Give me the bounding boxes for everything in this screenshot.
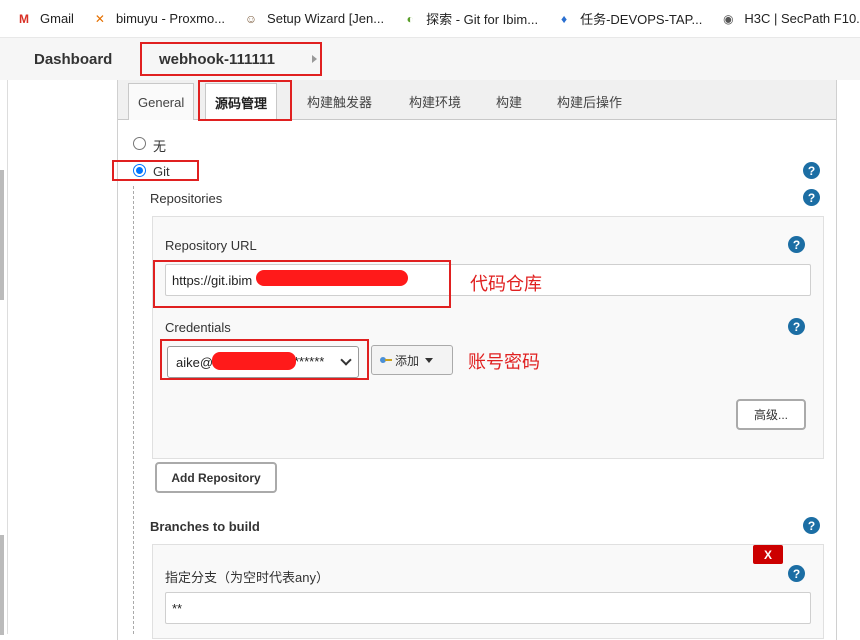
gutter-scroll-marker (0, 535, 4, 635)
add-credentials-button[interactable]: 添加 (371, 345, 453, 375)
branch-specifier-value: ** (172, 600, 183, 616)
tapd-icon: ♦ (561, 11, 568, 26)
add-label: 添加 (395, 353, 420, 368)
credentials-label: Credentials (165, 320, 231, 335)
branch-specifier-input[interactable]: ** (165, 592, 811, 624)
dropdown-arrow-icon (425, 357, 434, 363)
bookmark-jenkins[interactable]: ☺ Setup Wizard [Jen... (243, 11, 384, 27)
globe-icon: ◉ (723, 11, 734, 26)
repo-url-value: https://git.ibim (172, 272, 253, 288)
git-section-guide (133, 186, 134, 634)
repositories-title: Repositories (150, 191, 223, 206)
bookmark-gmail[interactable]: M Gmail (16, 11, 74, 27)
advanced-button[interactable]: 高级... (736, 399, 806, 430)
bookmark-label: 探索 - Git for Ibim... (426, 12, 539, 27)
chevron-down-icon (340, 354, 352, 366)
tab-environment[interactable]: 构建环境 (400, 83, 470, 120)
help-icon[interactable]: ? (788, 318, 805, 335)
annotation-account: 账号密码 (468, 352, 540, 372)
bookmark-gitee[interactable]: ◐ 探索 - Git for Ibim... (402, 9, 538, 28)
help-icon[interactable]: ? (803, 517, 820, 534)
help-icon[interactable]: ? (803, 162, 820, 179)
scm-git-radio[interactable] (133, 164, 146, 177)
proxmox-icon: ✕ (94, 11, 105, 26)
bookmark-label: 任务-DEVOPS-TAP... (580, 12, 703, 27)
gutter-scroll-marker (0, 170, 4, 300)
help-icon[interactable]: ? (803, 189, 820, 206)
bookmark-h3c[interactable]: ◉ H3C | SecPath F10... (720, 11, 860, 27)
redaction-mark (256, 270, 408, 286)
help-icon[interactable]: ? (788, 236, 805, 253)
breadcrumb-job[interactable]: webhook-111111 (159, 51, 275, 68)
bookmark-label: Gmail (40, 11, 74, 26)
bookmark-label: bimuyu - Proxmo... (115, 11, 226, 26)
bookmark-tapd[interactable]: ♦ 任务-DEVOPS-TAP... (556, 9, 702, 28)
breadcrumb-dashboard[interactable]: Dashboard (34, 51, 112, 68)
bookmark-label: Setup Wizard [Jen... (267, 11, 385, 26)
scm-none-radio[interactable] (133, 137, 146, 150)
breadcrumb: Dashboard webhook-111111 (0, 38, 860, 80)
tab-general[interactable]: General (128, 83, 195, 120)
tab-scm[interactable]: 源码管理 (205, 83, 278, 121)
bookmark-proxmox[interactable]: ✕ bimuyu - Proxmo... (92, 11, 225, 27)
breadcrumb-arrow-icon[interactable] (312, 55, 317, 63)
tab-post-build[interactable]: 构建后操作 (548, 83, 631, 120)
delete-branch-button[interactable]: X (753, 545, 783, 564)
gitee-icon: ◐ (406, 11, 414, 26)
scm-none-label: 无 (153, 139, 167, 154)
key-icon (380, 356, 392, 364)
gmail-icon: M (19, 11, 29, 26)
left-gutter (0, 80, 8, 635)
branches-title: Branches to build (150, 519, 260, 534)
add-repository-button[interactable]: Add Repository (155, 462, 277, 493)
help-icon[interactable]: ? (788, 565, 805, 582)
bookmark-label: H3C | SecPath F10... (744, 11, 860, 26)
redaction-mark (212, 352, 296, 370)
credentials-suffix: ****** (294, 354, 325, 369)
annotation-repo: 代码仓库 (470, 274, 542, 294)
branch-specifier-label: 指定分支（为空时代表any） (165, 570, 329, 585)
tab-strip: General 源码管理 构建触发器 构建环境 构建 构建后操作 (118, 80, 836, 121)
bookmarks-bar: M Gmail ✕ bimuyu - Proxmo... ☺ Setup Wiz… (0, 0, 860, 38)
tab-build[interactable]: 构建 (487, 83, 531, 120)
repo-url-label: Repository URL (165, 238, 257, 253)
scm-git-label: Git (153, 164, 170, 179)
tab-triggers[interactable]: 构建触发器 (298, 83, 381, 120)
credentials-value: aike@ (176, 354, 214, 370)
jenkins-icon: ☺ (244, 11, 258, 26)
